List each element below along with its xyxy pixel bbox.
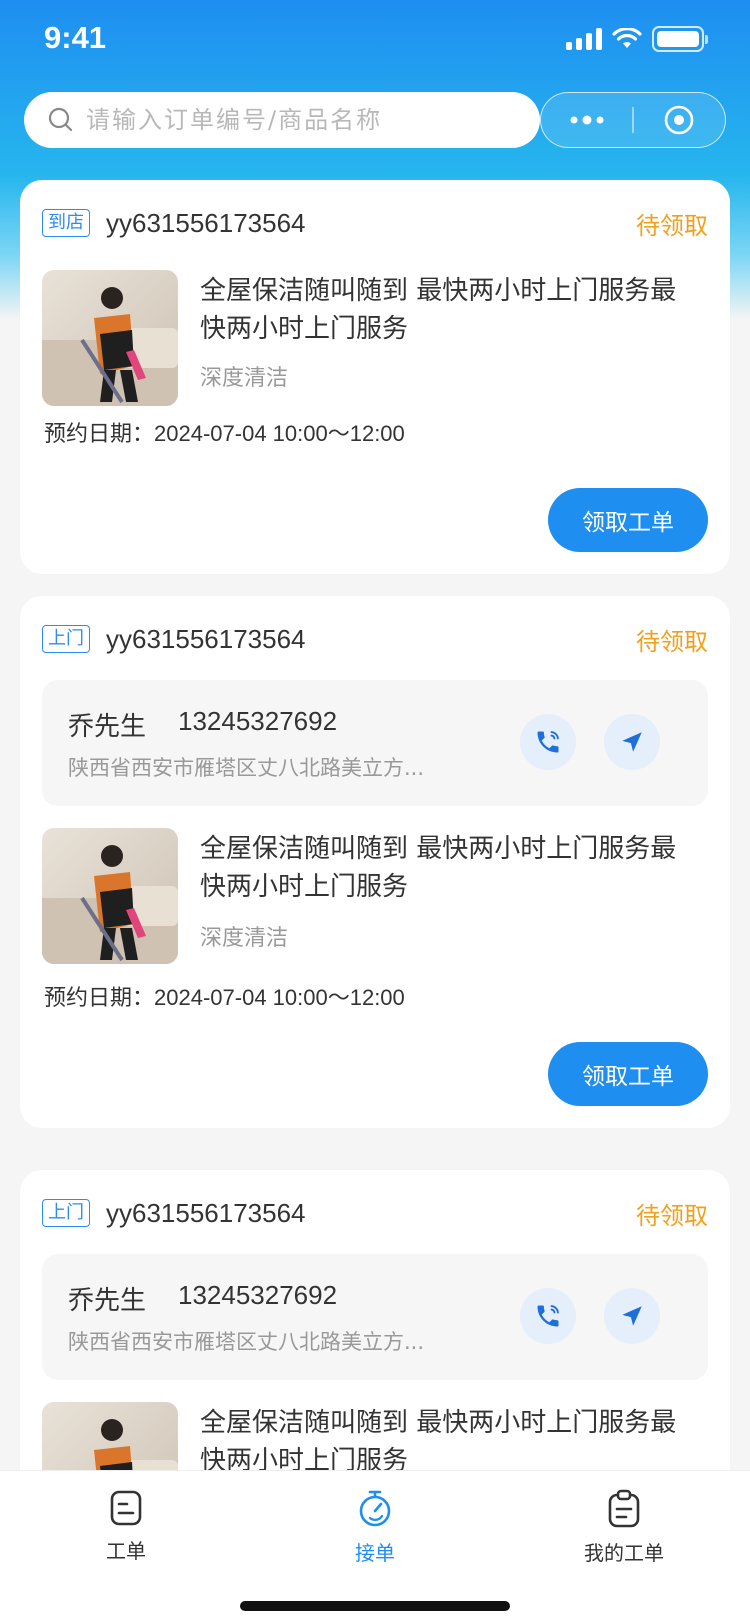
product-title: 全屋保洁随叫随到 最快两小时上门服务最快两小时上门服务 [200, 276, 677, 344]
tab-accept-orders[interactable]: 接单 [295, 1489, 455, 1579]
cellular-signal-icon [566, 28, 602, 50]
status-icons [566, 26, 708, 52]
tab-my-orders[interactable]: 我的工单 [544, 1489, 704, 1579]
product-subtitle: 深度清洁 [200, 366, 289, 391]
product-subtitle: 深度清洁 [200, 926, 289, 951]
phone-icon [537, 731, 559, 753]
phone-icon [537, 1305, 559, 1327]
order-type-tag: 上门 [42, 1199, 90, 1227]
order-card: 到店 yy631556173564 待领取 全屋保洁随叫随到 最快两小时上门服务… [20, 180, 730, 574]
order-number: yy631556173564 [106, 207, 306, 238]
product-image [42, 270, 178, 406]
appointment-value: 2024-07-04 10:00～12:00 [154, 421, 405, 446]
call-button[interactable] [520, 1288, 576, 1344]
search-box[interactable] [24, 92, 540, 148]
call-button[interactable] [520, 714, 576, 770]
order-card-header: 到店 yy631556173564 待领取 [42, 207, 708, 240]
appointment-label: 预约日期： [44, 422, 155, 447]
order-status: 待领取 [636, 627, 708, 656]
navigation-arrow-icon [622, 732, 642, 752]
status-time: 9:41 [44, 20, 107, 55]
tab-label: 工单 [106, 1539, 146, 1563]
target-close-icon [665, 105, 694, 135]
contact-box: 乔先生 13245327692 陕西省西安市雁塔区丈八北路美立方... [42, 1254, 708, 1380]
battery-icon [652, 26, 708, 52]
order-card: 上门 yy631556173564 待领取 乔先生 13245327692 陕西… [20, 596, 730, 1128]
home-indicator [240, 1601, 510, 1611]
claim-order-button[interactable]: 领取工单 [548, 1042, 708, 1106]
tab-label: 接单 [355, 1541, 395, 1565]
order-number: yy631556173564 [106, 1197, 306, 1228]
order-card-header: 上门 yy631556173564 待领取 [42, 1197, 708, 1230]
contact-name: 乔先生 [68, 1286, 147, 1316]
order-status: 待领取 [636, 1201, 708, 1230]
miniprogram-capsule [540, 92, 726, 148]
navigate-button[interactable] [604, 1288, 660, 1344]
search-icon [48, 107, 73, 132]
tab-work-orders[interactable]: 工单 [46, 1489, 206, 1579]
work-order-icon [110, 1490, 142, 1526]
contact-name: 乔先生 [68, 712, 147, 742]
order-type-tag: 到店 [42, 209, 90, 237]
navigate-button[interactable] [604, 714, 660, 770]
order-card: 上门 yy631556173564 待领取 乔先生 13245327692 陕西… [20, 1170, 730, 1538]
contact-address: 陕西省西安市雁塔区丈八北路美立方... [68, 756, 425, 780]
close-miniprogram-button[interactable] [634, 93, 725, 147]
order-number: yy631556173564 [106, 623, 306, 654]
stopwatch-icon [359, 1490, 391, 1527]
search-row [24, 92, 726, 152]
product-title: 全屋保洁随叫随到 最快两小时上门服务最快两小时上门服务 [200, 834, 677, 902]
bottom-tab-bar: 工单 接单 我的工单 [0, 1470, 750, 1624]
order-type-tag: 上门 [42, 625, 90, 653]
contact-phone: 13245327692 [178, 706, 338, 736]
tab-label: 我的工单 [584, 1541, 664, 1565]
contact-box: 乔先生 13245327692 陕西省西安市雁塔区丈八北路美立方... [42, 680, 708, 806]
order-status: 待领取 [636, 211, 708, 240]
appointment-label: 预约日期： [44, 986, 155, 1011]
status-bar: 9:41 [0, 0, 750, 80]
search-input[interactable] [86, 106, 506, 134]
clipboard-icon [608, 1489, 640, 1528]
appointment-date: 预约日期：2024-07-04 10:00～12:00 [44, 416, 405, 448]
order-card-header: 上门 yy631556173564 待领取 [42, 623, 708, 656]
claim-order-button[interactable]: 领取工单 [548, 488, 708, 552]
wifi-icon [612, 28, 642, 48]
product-image [42, 828, 178, 964]
product-title: 全屋保洁随叫随到 最快两小时上门服务最快两小时上门服务 [200, 1408, 677, 1476]
more-button[interactable] [541, 93, 632, 147]
contact-address: 陕西省西安市雁塔区丈八北路美立方... [68, 1330, 425, 1354]
appointment-value: 2024-07-04 10:00～12:00 [154, 985, 405, 1010]
navigation-arrow-icon [622, 1306, 642, 1326]
appointment-date: 预约日期：2024-07-04 10:00～12:00 [44, 980, 405, 1012]
contact-phone: 13245327692 [178, 1280, 338, 1310]
more-dots-icon [570, 115, 604, 125]
